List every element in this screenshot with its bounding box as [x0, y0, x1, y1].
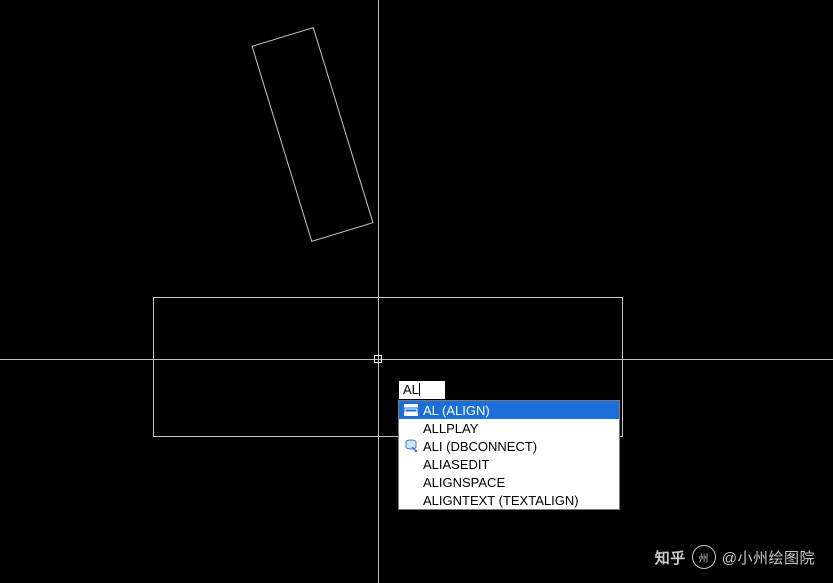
- blank-icon: [403, 492, 419, 508]
- align-icon: [403, 402, 419, 418]
- command-input[interactable]: AL: [398, 380, 446, 400]
- dbconnect-icon: [403, 438, 419, 454]
- suggestion-label: AL (ALIGN): [423, 403, 490, 418]
- watermark-handle: @小州绘图院: [722, 547, 815, 568]
- suggestion-label: ALIGNTEXT (TEXTALIGN): [423, 493, 579, 508]
- suggestion-item[interactable]: ALIASEDIT: [399, 455, 619, 473]
- suggestion-label: ALLPLAY: [423, 421, 478, 436]
- blank-icon: [403, 456, 419, 472]
- command-suggestions[interactable]: AL (ALIGN) ALLPLAY ALI (DBCONNECT) ALIAS…: [398, 400, 620, 510]
- blank-icon: [403, 474, 419, 490]
- crosshair-pickbox: [374, 355, 382, 363]
- crosshair-vertical: [378, 0, 379, 583]
- suggestion-label: ALIASEDIT: [423, 457, 489, 472]
- rectangle-upper[interactable]: [251, 27, 373, 242]
- suggestion-item[interactable]: ALIGNSPACE: [399, 473, 619, 491]
- drawing-canvas[interactable]: AL AL (ALIGN) ALLPLAY: [0, 0, 833, 583]
- watermark-brand: 知乎: [655, 547, 686, 568]
- suggestion-label: ALI (DBCONNECT): [423, 439, 537, 454]
- suggestion-item[interactable]: ALI (DBCONNECT): [399, 437, 619, 455]
- watermark: 知乎 州 @小州绘图院: [655, 545, 815, 569]
- command-input-value: AL: [403, 382, 419, 397]
- watermark-badge-icon: 州: [692, 545, 716, 569]
- suggestion-item[interactable]: ALIGNTEXT (TEXTALIGN): [399, 491, 619, 509]
- crosshair-horizontal: [0, 359, 833, 360]
- suggestion-label: ALIGNSPACE: [423, 475, 505, 490]
- suggestion-item[interactable]: ALLPLAY: [399, 419, 619, 437]
- blank-icon: [403, 420, 419, 436]
- text-caret: [419, 383, 420, 396]
- suggestion-item[interactable]: AL (ALIGN): [399, 401, 619, 419]
